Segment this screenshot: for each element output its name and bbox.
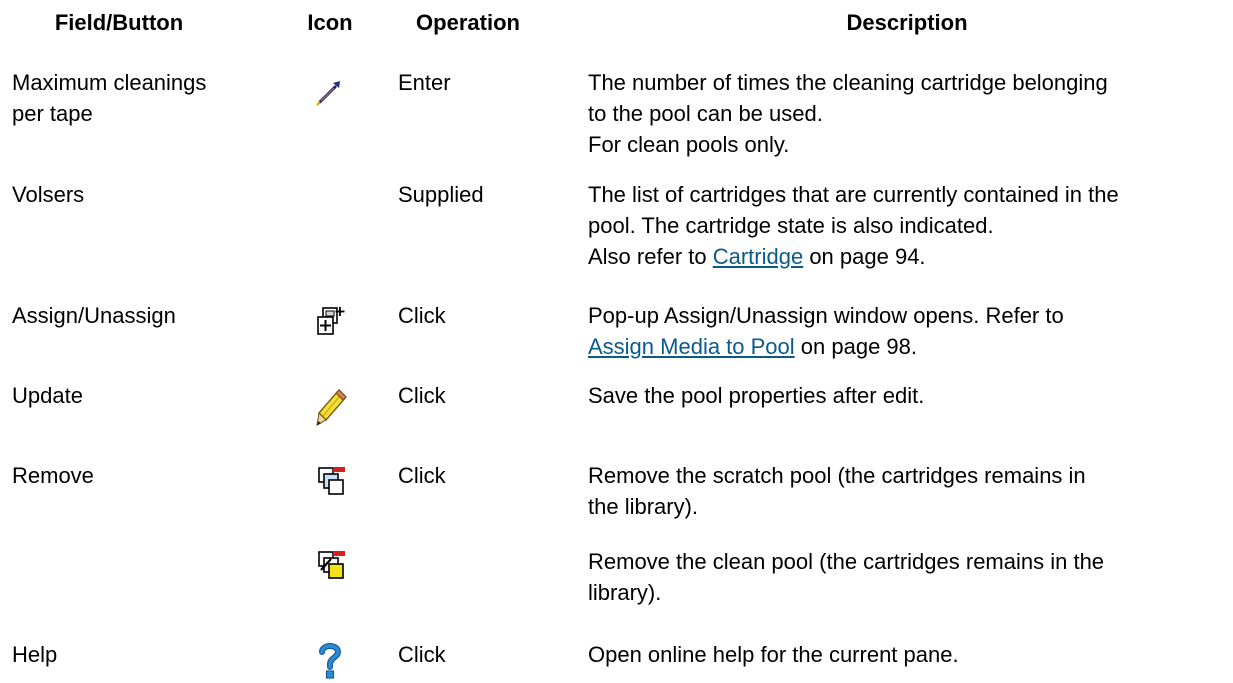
description-cell: Pop-up Assign/Unassign window opens. Ref… (588, 300, 1064, 362)
table-row-field: Volsers (12, 179, 84, 210)
field-label-line: Volsers (12, 182, 85, 207)
assign-media-to-pool-link[interactable]: Assign Media to Pool (588, 334, 795, 359)
field-label-line: Assign/Unassign (12, 303, 176, 328)
table-row-field: Maximum cleanings per tape (12, 67, 206, 129)
header-icon: Icon (307, 10, 353, 35)
description-line: Remove the scratch pool (the cartridges … (588, 463, 1086, 488)
eyedropper-icon (314, 77, 344, 107)
description-line: Open online help for the current pane. (588, 642, 959, 667)
description-reference-line: Assign Media to Pool on page 98. (588, 331, 1064, 362)
pencil-icon (315, 388, 349, 428)
field-label-line: per tape (12, 101, 93, 126)
header-field-button: Field/Button (54, 10, 184, 35)
description-line: to the pool can be used. (588, 101, 823, 126)
field-label-line: Update (12, 383, 83, 408)
help-question-icon (318, 642, 342, 680)
description-cell: Open online help for the current pane. (588, 639, 959, 670)
description-line: pool. The cartridge state is also indica… (588, 213, 994, 238)
header-operation: Operation (416, 10, 520, 35)
header-description: Description (846, 10, 968, 35)
table-row-field: Remove (12, 460, 94, 491)
field-label-line: Help (12, 642, 58, 667)
operation-text: Click (398, 463, 446, 488)
remove-clean-pool-icon (317, 550, 347, 580)
reference-suffix: on page 98. (794, 334, 918, 359)
description-line: Pop-up Assign/Unassign window opens. Ref… (588, 303, 1064, 328)
description-cell: The list of cartridges that are currentl… (588, 179, 1119, 272)
description-line: Save the pool properties after edit. (588, 383, 925, 408)
description-cell: Remove the clean pool (the cartridges re… (588, 546, 1104, 608)
description-cell: The number of times the cleaning cartrid… (588, 67, 1108, 160)
remove-scratch-pool-icon (317, 466, 347, 496)
table-row-field: Assign/Unassign (12, 300, 176, 331)
operation-text: Click (398, 642, 446, 667)
description-line: For clean pools only. (588, 132, 790, 157)
field-label-line: Maximum cleanings (12, 70, 207, 95)
field-label-line: Remove (12, 463, 94, 488)
operation-text: Click (398, 383, 446, 408)
operation-text: Click (398, 303, 446, 328)
description-cell: Save the pool properties after edit. (588, 380, 924, 411)
description-line: library). (588, 580, 662, 605)
reference-suffix: on page 94. (803, 244, 926, 269)
operation-text: Enter (398, 70, 451, 95)
cartridge-link[interactable]: Cartridge (713, 244, 803, 269)
description-line: the library). (588, 494, 699, 519)
table-row-field: Update (12, 380, 83, 411)
assign-media-icon (316, 305, 346, 337)
reference-prefix: Also refer to (588, 244, 713, 269)
description-line: The list of cartridges that are currentl… (588, 182, 1119, 207)
operation-text: Supplied (398, 182, 484, 207)
description-line: The number of times the cleaning cartrid… (588, 70, 1108, 95)
description-cell: Remove the scratch pool (the cartridges … (588, 460, 1086, 522)
table-row-field: Help (12, 639, 57, 670)
description-reference-line: Also refer to Cartridge on page 94. (588, 241, 1119, 272)
description-line: Remove the clean pool (the cartridges re… (588, 549, 1105, 574)
